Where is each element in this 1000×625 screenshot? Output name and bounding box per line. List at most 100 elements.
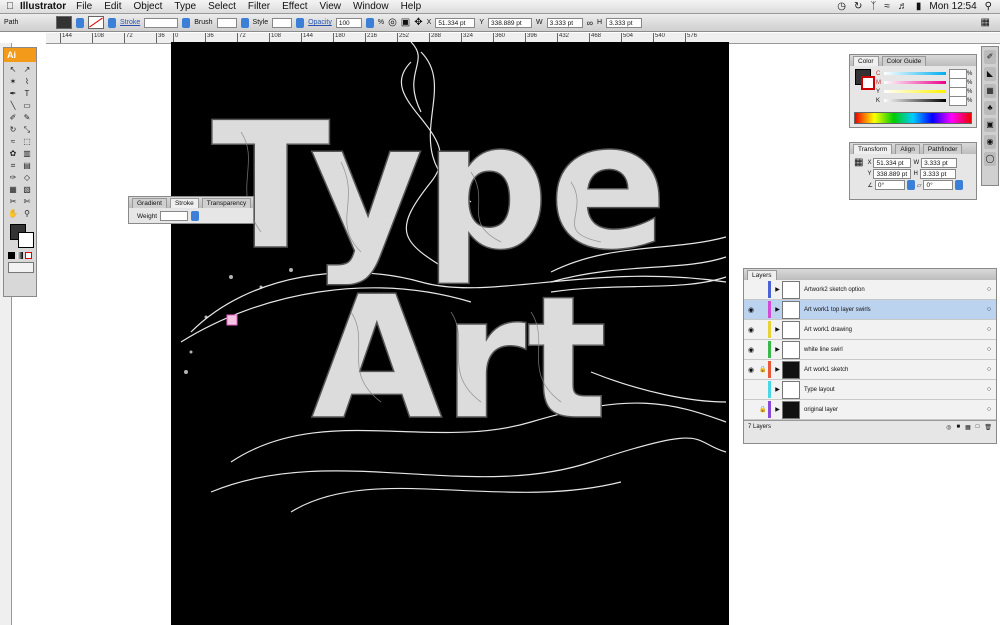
- tp-x-field[interactable]: 51.334 pt: [873, 157, 912, 168]
- menu-window[interactable]: Window: [353, 1, 389, 12]
- magic-wand-icon[interactable]: ✶: [7, 77, 19, 87]
- symbols-icon[interactable]: ♣: [984, 101, 996, 115]
- expand-triangle-icon[interactable]: ▶: [773, 386, 782, 393]
- warp-icon[interactable]: ≈: [7, 137, 19, 147]
- selection-icon[interactable]: ↖: [7, 65, 19, 75]
- mesh-icon[interactable]: ⌗: [7, 161, 19, 171]
- expand-triangle-icon[interactable]: ▶: [773, 306, 782, 313]
- target-circle-icon[interactable]: ○: [982, 286, 996, 293]
- fill-dropdown[interactable]: [76, 17, 84, 28]
- target-circle-icon[interactable]: ○: [982, 346, 996, 353]
- stroke-weight-dropdown[interactable]: [182, 17, 191, 28]
- layer-row[interactable]: ◉ ▶ white line swirl ○: [744, 340, 996, 360]
- style-field[interactable]: [272, 17, 293, 28]
- stroke-swatch[interactable]: [88, 16, 104, 29]
- fill-swatch[interactable]: [56, 16, 72, 29]
- layer-name[interactable]: white line swirl: [804, 347, 982, 353]
- shear-angle-field[interactable]: 0°: [923, 180, 954, 190]
- fill-stroke-swatches[interactable]: [8, 224, 34, 250]
- direct-selection-icon[interactable]: ↗: [21, 65, 33, 75]
- artboard[interactable]: Type Art: [171, 42, 729, 625]
- tab-color[interactable]: Color: [853, 56, 879, 66]
- sync-icon[interactable]: ↻: [854, 1, 862, 12]
- bluetooth-icon[interactable]: ᛉ: [870, 1, 876, 12]
- k-slider[interactable]: [884, 99, 946, 102]
- layer-row[interactable]: ◉ ▶ Art work1 top layer swirls ○: [744, 300, 996, 320]
- panel-menu-icon[interactable]: ▦: [981, 17, 990, 28]
- tab-align[interactable]: Align: [895, 144, 920, 154]
- m-slider[interactable]: [884, 81, 946, 84]
- menu-help[interactable]: Help: [401, 1, 422, 12]
- menu-view[interactable]: View: [320, 1, 342, 12]
- target-circle-icon[interactable]: ○: [982, 386, 996, 393]
- tp-y-field[interactable]: 338.889 pt: [873, 168, 912, 179]
- symbol-sprayer-icon[interactable]: ✿: [7, 149, 19, 159]
- tab-layers[interactable]: Layers: [747, 270, 777, 280]
- y-field[interactable]: 338.889 pt: [487, 17, 532, 28]
- wifi-icon[interactable]: ≈: [884, 1, 890, 12]
- new-sublayer-icon[interactable]: ▦: [965, 424, 971, 431]
- app-menu[interactable]: Illustrator: [20, 1, 66, 12]
- stroke-dropdown[interactable]: [108, 17, 116, 28]
- time-machine-icon[interactable]: ◷: [837, 1, 846, 12]
- graphic-styles-icon[interactable]: ▣: [984, 118, 996, 132]
- volume-icon[interactable]: ♬: [898, 1, 908, 12]
- layer-name[interactable]: Art work1 sketch: [804, 367, 982, 373]
- scale-icon[interactable]: ⤡: [21, 125, 33, 135]
- rotate-angle-field[interactable]: 0°: [874, 180, 905, 190]
- screen-mode-icon[interactable]: [8, 262, 34, 273]
- apple-icon[interactable]: : [0, 1, 20, 12]
- tab-transparency[interactable]: Transparency: [201, 198, 252, 208]
- tab-gradient[interactable]: Gradient: [132, 198, 167, 208]
- expand-triangle-icon[interactable]: ▶: [773, 286, 782, 293]
- opacity-label[interactable]: Opacity: [308, 19, 332, 26]
- tp-w-field[interactable]: 3.333 pt: [921, 157, 958, 168]
- target-circle-icon[interactable]: ○: [982, 326, 996, 333]
- reference-point-icon[interactable]: ▦: [854, 157, 863, 191]
- shear-angle-dropdown[interactable]: [955, 180, 964, 190]
- zoom-icon[interactable]: ⚲: [21, 209, 33, 219]
- layer-name[interactable]: original layer: [804, 407, 982, 413]
- layer-name[interactable]: Art work1 top layer swirls: [804, 307, 982, 313]
- layer-row[interactable]: ◉ 🔒 ▶ Art work1 sketch ○: [744, 360, 996, 380]
- expand-triangle-icon[interactable]: ▶: [773, 326, 782, 333]
- w-field[interactable]: 3.333 pt: [546, 17, 583, 28]
- locate-object-icon[interactable]: ◎: [946, 424, 951, 431]
- style-dropdown[interactable]: [296, 17, 305, 28]
- eyedropper-icon[interactable]: ✑: [7, 173, 19, 183]
- delete-layer-icon[interactable]: 🗑: [984, 424, 992, 431]
- pen-icon[interactable]: ✒: [7, 89, 19, 99]
- transform-icon[interactable]: ✥: [414, 17, 422, 28]
- expand-triangle-icon[interactable]: ▶: [773, 406, 782, 413]
- live-paint-selection-icon[interactable]: ▧: [21, 185, 33, 195]
- lock-icon[interactable]: 🔒: [758, 366, 768, 373]
- swatches-icon[interactable]: ▦: [984, 84, 996, 98]
- spotlight-icon[interactable]: ⚲: [985, 1, 992, 12]
- rotate-icon[interactable]: ↻: [7, 125, 19, 135]
- layer-name[interactable]: Type layout: [804, 387, 982, 393]
- line-icon[interactable]: ╲: [7, 101, 19, 111]
- slice-icon[interactable]: ✂: [7, 197, 19, 207]
- type-icon[interactable]: T: [21, 89, 33, 99]
- clock[interactable]: Mon 12:54: [929, 1, 976, 12]
- pencil-icon[interactable]: ✎: [21, 113, 33, 123]
- hand-icon[interactable]: ✋: [7, 209, 19, 219]
- target-circle-icon[interactable]: ○: [982, 406, 996, 413]
- color-spectrum[interactable]: [854, 112, 972, 124]
- c-slider[interactable]: [884, 72, 946, 75]
- gradient-dock-icon[interactable]: ◣: [984, 67, 996, 81]
- menu-file[interactable]: File: [76, 1, 92, 12]
- none-mode-icon[interactable]: [25, 252, 32, 259]
- scissors-icon[interactable]: ✄: [21, 197, 33, 207]
- tab-stroke[interactable]: Stroke: [169, 198, 199, 208]
- column-graph-icon[interactable]: ▥: [21, 149, 33, 159]
- stroke-weight-field[interactable]: [144, 17, 179, 28]
- layer-row[interactable]: ◉ ▶ Art work1 drawing ○: [744, 320, 996, 340]
- k-field[interactable]: [949, 95, 967, 106]
- layer-name[interactable]: Art work1 drawing: [804, 327, 982, 333]
- rotate-angle-dropdown[interactable]: [906, 180, 915, 190]
- blend-icon[interactable]: ◇: [21, 173, 33, 183]
- battery-icon[interactable]: ▮: [916, 1, 922, 12]
- appearance-icon[interactable]: ◉: [984, 135, 996, 149]
- lock-icon[interactable]: 🔒: [758, 406, 768, 413]
